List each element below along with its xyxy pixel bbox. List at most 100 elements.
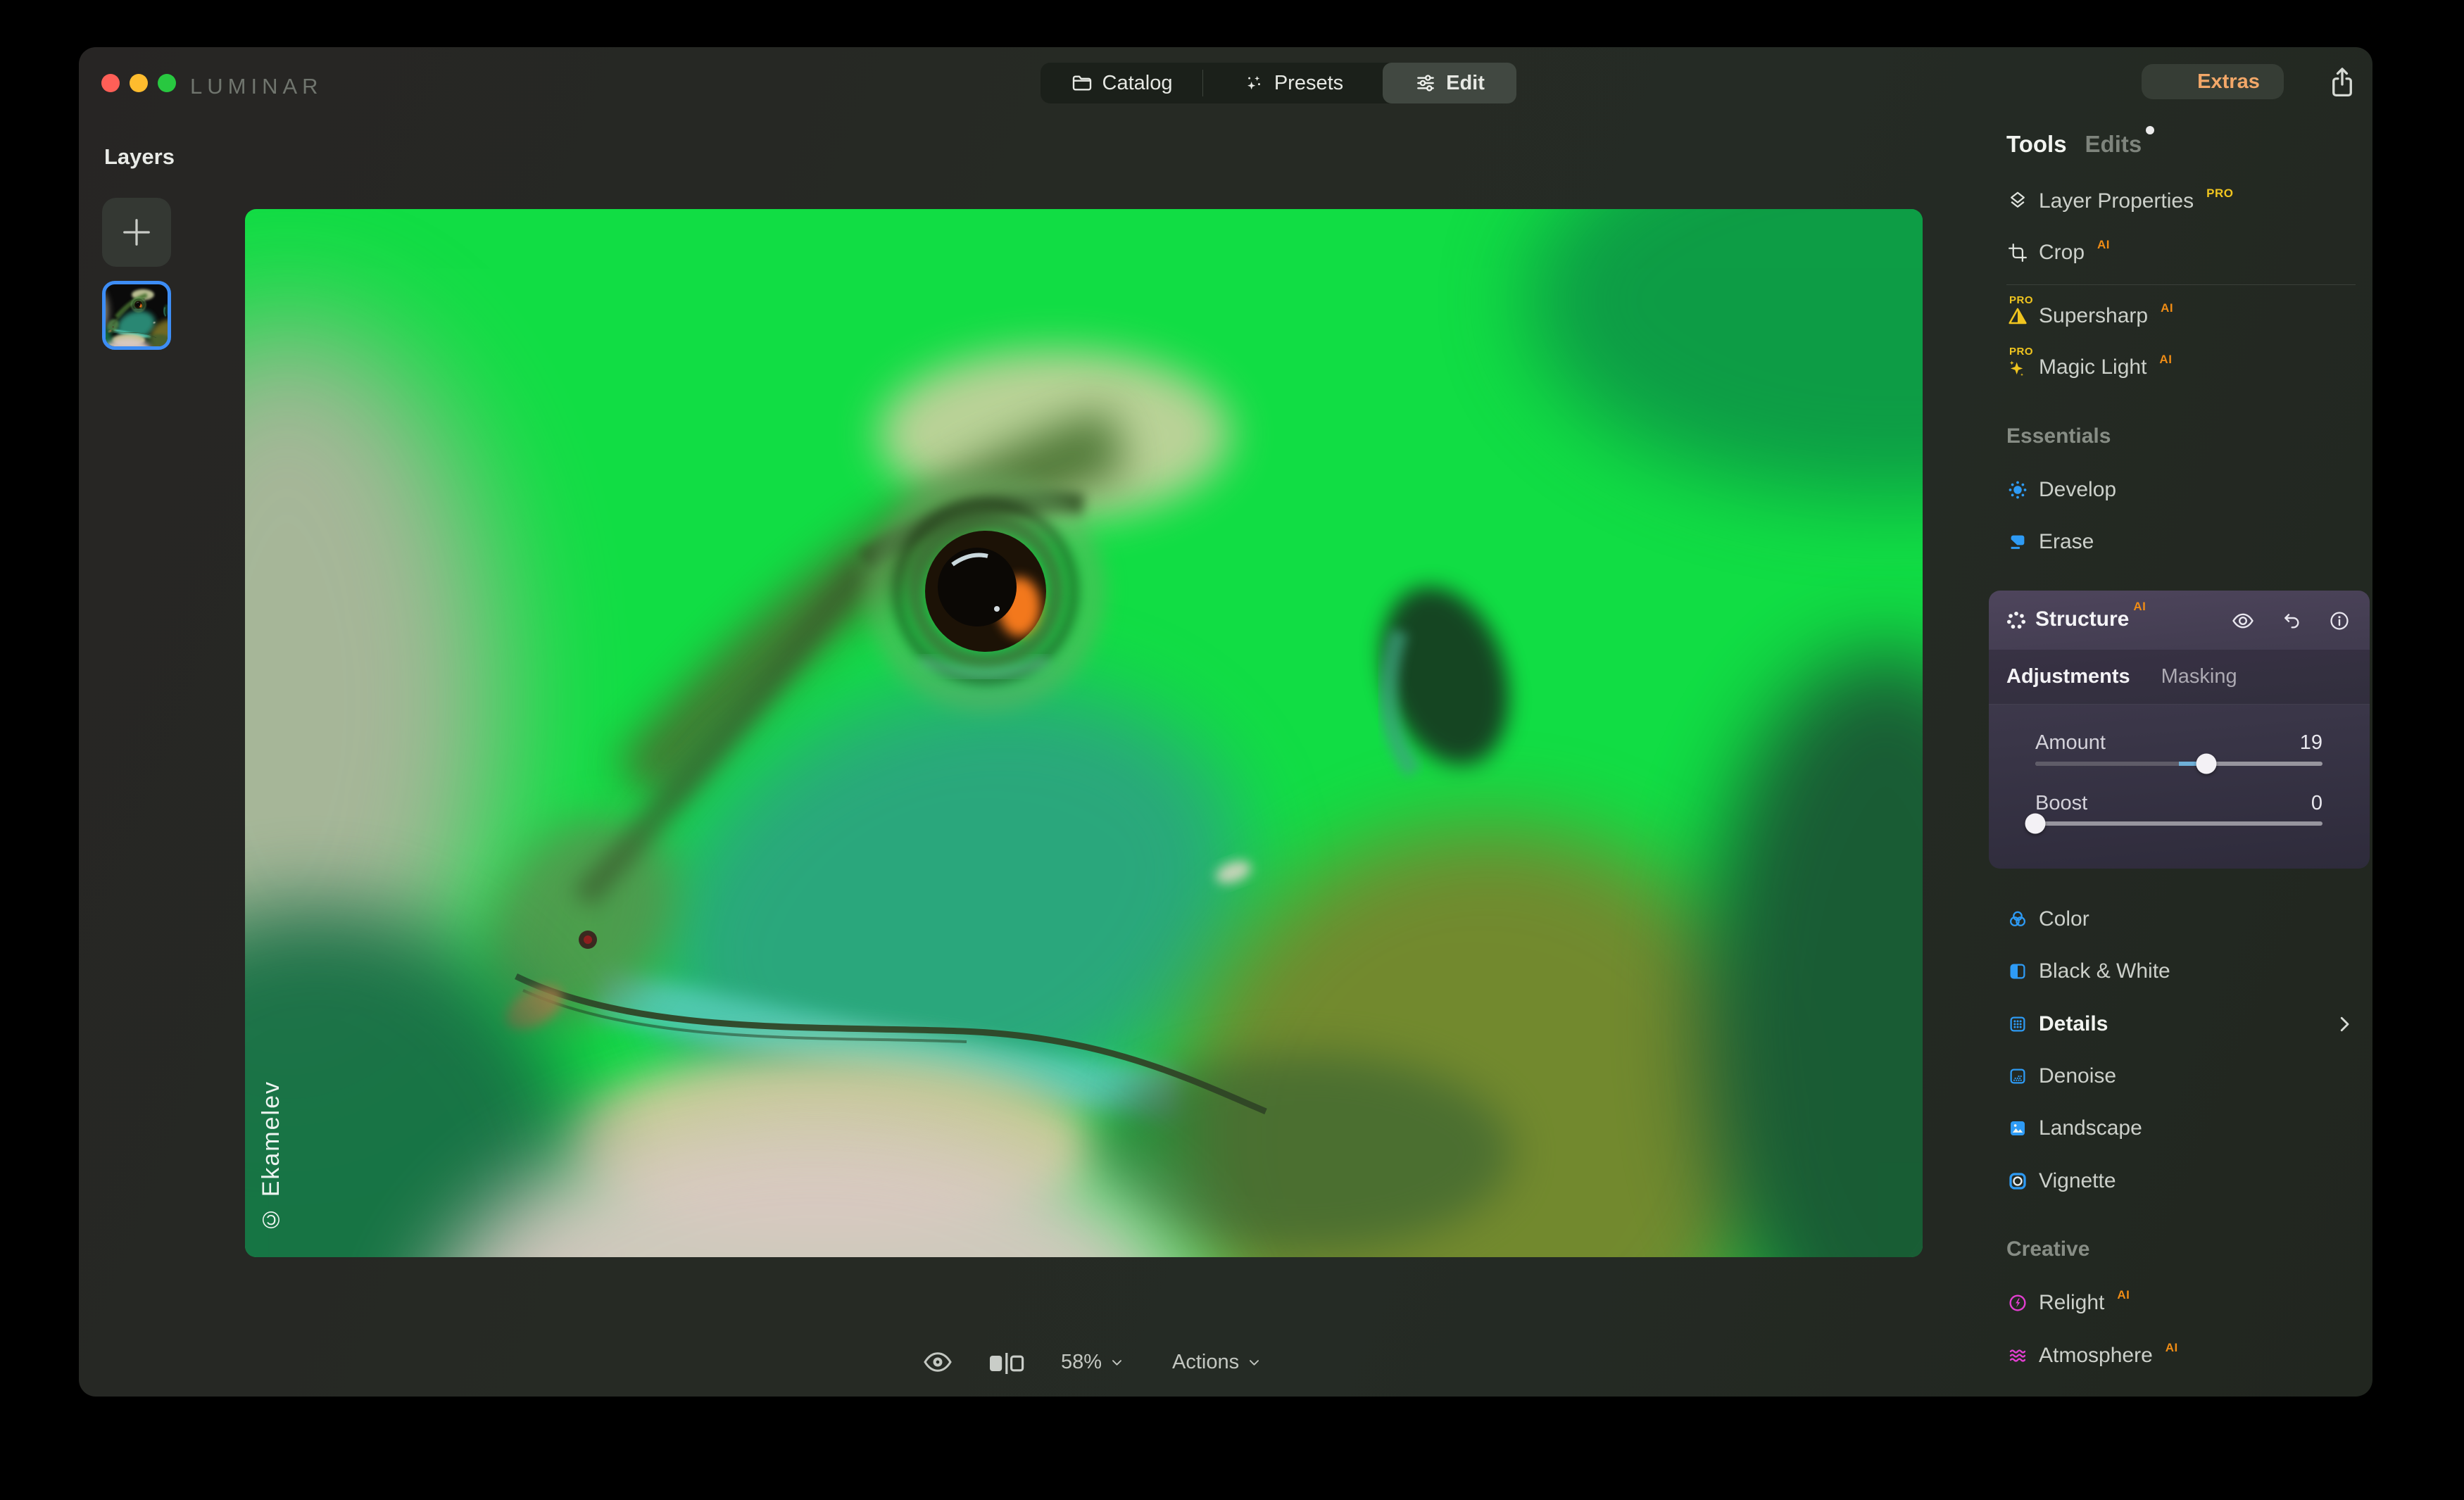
sidebar-item-black-white[interactable]: Black & White [2006,956,2170,987]
boost-slider-value: 0 [2311,792,2322,815]
sidebar-tabs: Tools Edits [2006,131,2142,158]
chevron-right-icon[interactable] [2330,1010,2358,1038]
ai-badge: AI [2166,1341,2178,1355]
actions-label: Actions [1172,1351,1239,1374]
sidebar-item-landscape[interactable]: Landscape [2006,1113,2142,1144]
amount-slider-label: Amount [2035,731,2106,755]
tab-masking[interactable]: Masking [2161,665,2237,688]
brand-luminar: LUMINAR [190,74,323,99]
structure-title: StructureAI [2035,607,2146,631]
sidebar-item-crop[interactable]: Crop AI [2006,237,2110,268]
visibility-eye-icon[interactable] [2231,609,2255,633]
maximize-button[interactable] [158,74,176,92]
tab-edit-label: Edit [1446,72,1485,95]
photo-watermark: © Ekamelev [258,1080,285,1233]
vignette-label: Vignette [2037,1169,2116,1193]
zoom-level-dropdown[interactable]: 58% [1061,1348,1124,1376]
sidebar-item-details[interactable]: Details [2006,1009,2108,1040]
relight-label: Relight [2037,1291,2104,1315]
section-header-creative: Creative [2006,1235,2089,1263]
supersharp-label: Supersharp [2037,304,2148,328]
boost-slider[interactable] [2035,821,2322,826]
pro-over-badge: PRO [2009,294,2033,306]
sidebar-item-layer-properties[interactable]: Layer Properties PRO [2006,186,2233,217]
amount-slider-thumb[interactable] [2196,754,2216,774]
eraser-icon [2006,531,2029,553]
structure-dots-icon [2004,609,2028,633]
sliders-icon [1414,72,1437,94]
tab-edits-label: Edits [2085,131,2142,157]
app-logo: LUMINAR NEO [190,73,421,101]
actions-dropdown[interactable]: Actions [1172,1348,1261,1376]
sidebar-item-erase[interactable]: Erase [2006,527,2094,557]
sidebar-item-denoise[interactable]: Denoise [2006,1061,2116,1092]
ai-badge: AI [2161,301,2173,315]
sidebar-divider [2006,284,2356,285]
tab-tools[interactable]: Tools [2006,131,2067,158]
tab-presets[interactable]: Presets [1203,63,1383,103]
boost-slider-thumb[interactable] [2025,814,2046,834]
add-layer-button[interactable] [102,198,171,267]
sparkles-icon [1243,72,1265,94]
brand-neo: NEO [333,73,421,101]
amount-slider[interactable] [2035,762,2322,766]
extras-button[interactable]: Extras [2142,64,2284,99]
sidebar-item-relight[interactable]: Relight AI [2006,1287,2130,1318]
tab-presets-label: Presets [1274,72,1343,95]
info-icon[interactable] [2327,609,2351,633]
ai-badge: AI [2117,1288,2130,1302]
sidebar-item-supersharp[interactable]: PRO Supersharp AI [2006,301,2173,332]
details-label: Details [2037,1012,2108,1036]
photo-canvas[interactable]: © Ekamelev [245,209,1923,1257]
sidebar-item-vignette[interactable]: Vignette [2006,1166,2116,1197]
color-circles-icon [2006,908,2029,931]
tab-catalog[interactable]: Catalog [1041,63,1202,103]
minimize-button[interactable] [130,74,148,92]
crop-icon [2006,241,2029,264]
share-button[interactable] [2325,64,2360,101]
structure-panel-header[interactable]: Structure AI [1989,591,2370,650]
layers-panel-title: Layers [104,144,175,170]
chevron-down-icon [1247,1356,1261,1369]
undo-icon[interactable] [2280,609,2303,633]
svg-text:NEO: NEO [333,75,389,99]
quick-preview-button[interactable] [922,1348,953,1376]
sidebar-item-atmosphere[interactable]: Atmosphere AI [2006,1340,2178,1371]
layer-thumbnail-selected[interactable] [102,281,171,350]
ai-badge: AI [2097,238,2110,252]
compare-button[interactable] [988,1349,1025,1378]
structure-tab-bar: Adjustments Masking [1989,650,2370,705]
sidebar-item-magic-light[interactable]: PRO Magic Light AI [2006,352,2172,383]
ai-badge: AI [2159,353,2172,367]
layers-stack-icon [2006,190,2029,213]
plus-icon [120,216,153,248]
develop-sun-icon [2006,479,2029,501]
denoise-icon [2006,1065,2029,1088]
landscape-label: Landscape [2037,1116,2142,1140]
denoise-label: Denoise [2037,1064,2116,1088]
eye-icon [922,1349,953,1375]
section-header-essentials: Essentials [2006,422,2111,450]
structure-panel: Structure AI [1989,591,2370,869]
relight-bolt-icon [2006,1292,2029,1314]
tab-adjustments[interactable]: Adjustments [2006,665,2130,688]
structure-title-text: Structure [2035,607,2129,631]
black-white-label: Black & White [2037,959,2170,983]
layer-thumbnail-image [106,284,168,346]
color-label: Color [2037,907,2089,931]
pro-badge: PRO [2206,187,2233,201]
puzzle-icon [2166,70,2188,93]
close-button[interactable] [101,74,120,92]
share-icon [2327,65,2357,99]
tab-edit[interactable]: Edit [1383,63,1516,103]
amount-slider-value: 19 [2300,731,2322,755]
sidebar-item-develop[interactable]: Develop [2006,474,2116,505]
vignette-icon [2006,1170,2029,1192]
crop-label: Crop [2037,241,2085,265]
develop-label: Develop [2037,478,2116,502]
magic-light-label: Magic Light [2037,355,2146,379]
ai-badge: AI [2133,600,2146,613]
tab-edits[interactable]: Edits [2085,131,2142,158]
sidebar-item-color[interactable]: Color [2006,904,2089,935]
details-grid-icon [2006,1013,2029,1035]
